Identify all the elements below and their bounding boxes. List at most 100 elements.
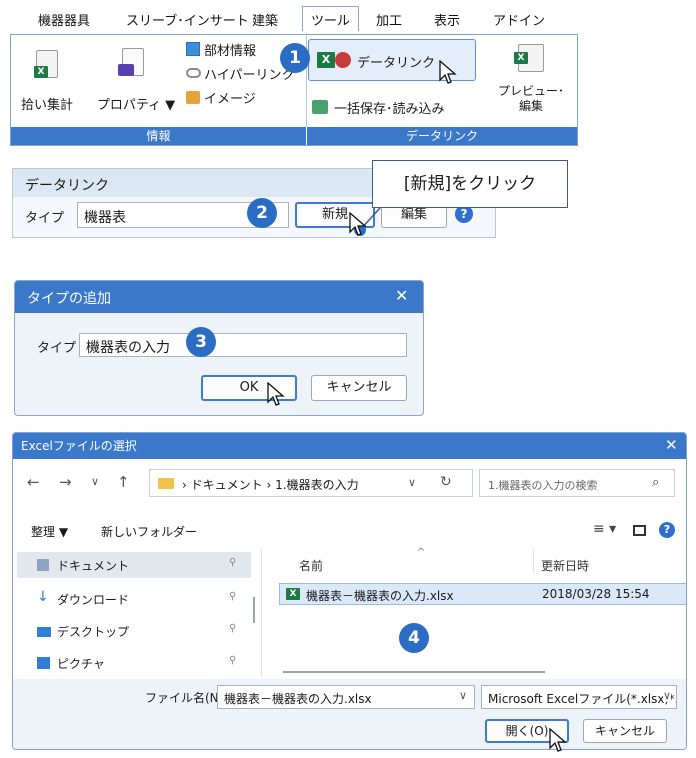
- properties-label: プロパティ ▼: [96, 98, 176, 113]
- back-arrow-icon[interactable]: ←: [27, 473, 40, 491]
- new-folder-button[interactable]: 新しいフォルダー: [101, 523, 197, 540]
- folder-icon: [158, 478, 174, 489]
- documents-icon: [37, 559, 49, 571]
- pin-icon: ⚲: [229, 623, 237, 634]
- excel-icon: X: [317, 52, 335, 68]
- file-list-scrollbar[interactable]: [283, 671, 545, 673]
- excel-file-dialog: Excelファイルの選択 ✕ ← → ∨ ↑ › ドキュメント › 1.機器表の…: [12, 432, 687, 750]
- bulk-save-load-button[interactable]: 一括保存･読み込み: [310, 98, 470, 118]
- column-header-name[interactable]: 名前: [299, 557, 323, 574]
- file-type-filter[interactable]: Microsoft Excelファイル(*.xlsx;*.x: [481, 685, 677, 709]
- menu-tab-processing[interactable]: 加工: [376, 10, 402, 29]
- up-arrow-icon[interactable]: ↑: [117, 473, 130, 491]
- filename-dropdown-icon[interactable]: ∨: [459, 689, 467, 702]
- organize-button[interactable]: 整理 ▼: [31, 523, 68, 540]
- pane-divider: [261, 549, 262, 677]
- sort-arrow-icon: ^: [417, 547, 426, 558]
- type-label: タイプ: [37, 341, 77, 356]
- preview-pane-icon[interactable]: [633, 525, 646, 536]
- add-type-dialog-titlebar: タイプの追加 ✕: [15, 281, 423, 313]
- step-marker-1: 1: [280, 43, 310, 73]
- refresh-icon[interactable]: ↻: [440, 474, 452, 490]
- nav-item-pictures[interactable]: ピクチャ: [57, 655, 105, 672]
- help-icon[interactable]: ?: [659, 522, 675, 538]
- data-link-label: データリンク: [357, 56, 436, 71]
- menu-tab-equipment[interactable]: 機器器具: [38, 10, 90, 29]
- link-globe-icon: [335, 52, 351, 68]
- search-input[interactable]: 1.機器表の入力の検索 ⌕: [479, 469, 675, 497]
- view-options-icon[interactable]: ≡ ▾: [593, 521, 616, 537]
- mouse-cursor-icon: [439, 60, 457, 84]
- bulk-save-label: 一括保存･読み込み: [334, 102, 445, 117]
- nav-item-downloads[interactable]: ダウンロード: [57, 591, 129, 608]
- breadcrumb-sep: ›: [182, 478, 187, 492]
- image-label: イメージ: [204, 92, 256, 107]
- hyperlink-label: ハイパーリンク: [204, 68, 295, 83]
- mouse-cursor-icon: [549, 728, 567, 752]
- file-dialog-titlebar: Excelファイルの選択: [13, 433, 686, 459]
- excel-file-icon: X: [286, 588, 300, 600]
- sidebar-scrollbar[interactable]: [253, 597, 255, 623]
- step-marker-3: 3: [186, 327, 216, 357]
- pin-icon: ⚲: [229, 557, 237, 568]
- component-info-label: 部材情報: [204, 44, 257, 59]
- group-label-info: 情報: [11, 127, 306, 145]
- nav-item-desktop[interactable]: デスクトップ: [57, 623, 129, 640]
- group-label-data-link: データリンク: [307, 127, 577, 145]
- cancel-button[interactable]: キャンセル: [311, 375, 407, 401]
- search-icon: ⌕: [652, 475, 660, 490]
- menu-tab-addin[interactable]: アドイン: [493, 10, 545, 29]
- breadcrumb: › ドキュメント › 1.機器表の入力: [182, 476, 359, 493]
- nav-item-documents-selected[interactable]: [17, 552, 251, 578]
- tally-button[interactable]: X 拾い集計: [14, 44, 80, 114]
- breadcrumb-sep: ›: [266, 478, 272, 492]
- address-dropdown-icon[interactable]: ∨: [408, 476, 416, 489]
- search-placeholder: 1.機器表の入力の検索: [488, 479, 598, 492]
- address-bar[interactable]: › ドキュメント › 1.機器表の入力 ∨ ↻: [149, 469, 473, 497]
- cancel-button[interactable]: キャンセル: [583, 719, 667, 743]
- image-button[interactable]: イメージ: [186, 88, 294, 108]
- filter-dropdown-icon[interactable]: ∨: [663, 689, 672, 702]
- recent-chevron-icon[interactable]: ∨: [91, 475, 99, 488]
- close-icon[interactable]: ✕: [665, 436, 678, 454]
- properties-button[interactable]: プロパティ ▼: [94, 44, 178, 114]
- pin-icon: ⚲: [229, 655, 237, 666]
- file-name: 機器表－機器表の入力.xlsx: [306, 589, 454, 603]
- link-icon: [186, 68, 201, 78]
- preview-excel-icon: X: [514, 52, 528, 64]
- callout-click-new: [新規]をクリック: [372, 160, 568, 208]
- pictures-icon: [37, 657, 50, 669]
- forward-arrow-icon[interactable]: →: [59, 473, 72, 491]
- component-info-button[interactable]: 部材情報: [186, 40, 294, 60]
- properties-disk-icon: [118, 64, 134, 76]
- type-input[interactable]: 機器表の入力: [79, 333, 407, 357]
- nav-label-documents: ドキュメント: [57, 559, 130, 573]
- breadcrumb-folder[interactable]: 1.機器表の入力: [275, 478, 358, 492]
- step-marker-4: 4: [399, 623, 429, 653]
- filename-input[interactable]: 機器表－機器表の入力.xlsx: [217, 685, 475, 709]
- close-icon[interactable]: ✕: [395, 286, 408, 305]
- component-info-icon: [186, 42, 200, 56]
- hyperlink-button[interactable]: ハイパーリンク: [186, 64, 298, 84]
- menu-tab-tools[interactable]: ツール: [302, 6, 360, 31]
- tally-label: 拾い集計: [20, 98, 73, 113]
- menu-tab-view[interactable]: 表示: [434, 10, 460, 29]
- file-row[interactable]: X 機器表－機器表の入力.xlsx 2018/03/28 15:54: [279, 583, 686, 605]
- breadcrumb-documents[interactable]: ドキュメント: [191, 478, 263, 492]
- preview-label-line2: 編集: [518, 99, 543, 113]
- pin-icon: ⚲: [229, 591, 237, 602]
- excel-badge-icon: X: [34, 66, 48, 78]
- data-link-panel-title: データリンク: [25, 178, 109, 194]
- preview-edit-button[interactable]: X プレビュー･ 編集: [488, 40, 574, 116]
- step-marker-2: 2: [247, 198, 277, 228]
- type-label: タイプ: [25, 211, 65, 226]
- menu-tab-sleeve-insert[interactable]: スリーブ･インサート: [126, 10, 249, 29]
- bulk-save-icon: [312, 100, 328, 114]
- filename-label: ファイル名(N):: [145, 691, 228, 705]
- file-dialog-title: Excelファイルの選択: [21, 439, 137, 453]
- menu-tab-architecture[interactable]: 建築: [252, 10, 278, 29]
- nav-sidebar: ドキュメント ⚲ ↓ ダウンロード ⚲ デスクトップ ⚲ ピクチャ ⚲: [13, 549, 259, 679]
- desktop-icon: [37, 627, 51, 637]
- mouse-cursor-icon: [349, 212, 367, 236]
- column-header-modified[interactable]: 更新日時: [541, 557, 589, 574]
